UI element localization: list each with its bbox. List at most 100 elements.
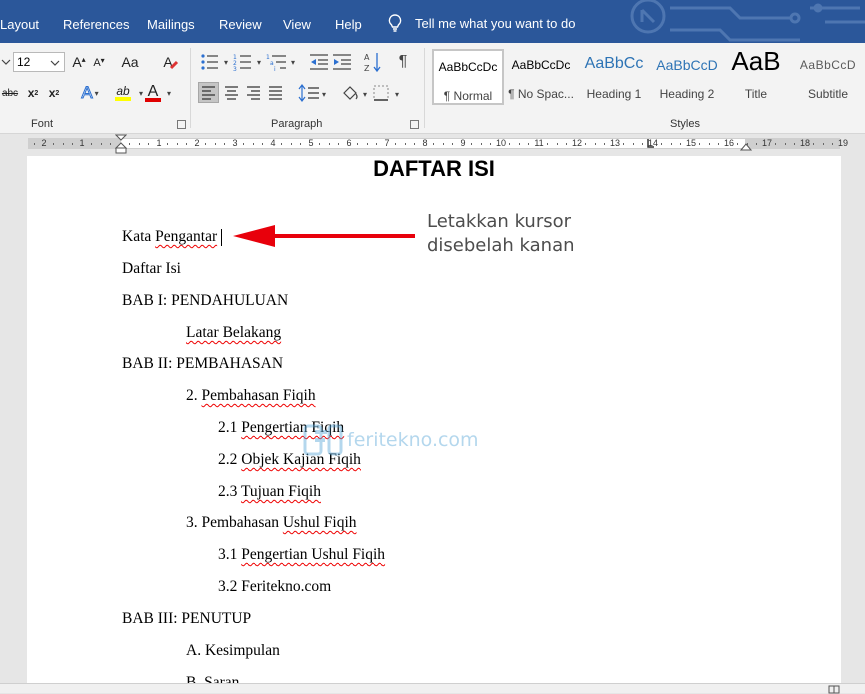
ruler-tick (281, 143, 282, 145)
text-effects-button[interactable]: A ▾ (76, 83, 104, 103)
ruler-number: 5 (308, 138, 314, 148)
multilevel-dropdown-icon[interactable]: ▾ (291, 58, 295, 67)
styles-gallery: AaBbCcDc ¶ Normal AaBbCcDc ¶ No Spac... … (430, 49, 865, 107)
ruler-tick (699, 143, 700, 145)
ruler-tick (366, 143, 368, 145)
align-center-icon[interactable] (222, 84, 241, 103)
style-title[interactable]: AaB Title (720, 49, 792, 105)
change-case-icon: Aa (121, 54, 139, 70)
align-right-icon[interactable] (244, 84, 263, 103)
toc-line[interactable]: 3.2 Feritekno.com (218, 578, 331, 596)
ruler-tick (404, 143, 406, 145)
ruler-number: 12 (571, 138, 582, 148)
style-heading-1[interactable]: AaBbCc Heading 1 (578, 49, 650, 105)
tell-me-text: Tell me what you want to do (415, 15, 576, 31)
toc-line[interactable]: Kata Pengantar (122, 228, 217, 246)
style-heading-2[interactable]: AaBbCcD Heading 2 (651, 49, 723, 105)
shading-dropdown-icon[interactable]: ▾ (363, 90, 367, 99)
font-name-dropdown[interactable] (0, 52, 12, 72)
toc-line[interactable]: BAB I: PENDAHULUAN (122, 292, 288, 310)
toc-line[interactable]: 2.3 Tujuan Fiqih (218, 483, 321, 501)
vertical-scrollbar[interactable] (849, 156, 865, 683)
ruler-tick (784, 143, 786, 145)
line-spacing-dropdown-icon[interactable]: ▾ (322, 90, 326, 99)
toc-prefix: 2.3 (218, 483, 241, 500)
toc-line[interactable]: 3.1 Pengertian Ushul Fiqih (218, 546, 385, 564)
grow-font-button[interactable]: A ▴ (70, 52, 88, 72)
font-color-swatch (145, 97, 161, 102)
change-case-button[interactable]: Aa (121, 52, 139, 72)
tab-help[interactable]: Help (335, 17, 362, 32)
toc-line[interactable]: A. Kesimpulan (186, 642, 280, 660)
document-page[interactable]: DAFTAR ISI Kata Pengantar Daftar Isi BAB… (27, 156, 841, 686)
tab-layout[interactable]: Layout (0, 17, 39, 32)
ruler-tick (100, 143, 102, 145)
tell-me-box[interactable]: Tell me what you want to do (388, 14, 575, 32)
toc-prefix: 2.2 (218, 451, 242, 468)
style-subtitle[interactable]: AaBbCcD Subtitle (792, 49, 864, 105)
justify-icon[interactable] (266, 84, 285, 103)
show-formatting-button[interactable]: ¶ (395, 52, 411, 72)
font-color-dropdown-icon[interactable]: ▾ (167, 89, 171, 98)
style-no-spacing[interactable]: AaBbCcDc ¶ No Spac... (505, 49, 577, 105)
toc-line[interactable]: BAB II: PEMBAHASAN (122, 355, 283, 373)
toc-prefix: Kata (122, 228, 156, 245)
ruler-tick (34, 143, 35, 145)
toc-line[interactable]: 2. Pembahasan Fiqih (186, 387, 316, 405)
svg-text:i: i (274, 66, 276, 71)
style-normal[interactable]: AaBbCcDc ¶ Normal (432, 49, 504, 105)
shrink-font-button[interactable]: A ▾ (91, 54, 107, 72)
toc-line[interactable]: Latar Belakang (186, 324, 281, 342)
tab-mailings[interactable]: Mailings (147, 17, 195, 32)
toc-line[interactable]: BAB III: PENUTUP (122, 610, 251, 628)
decrease-indent-icon[interactable] (309, 53, 329, 71)
horizontal-ruler[interactable]: 2 1 1 2 3 4 5 6 7 8 9 10 11 12 13 14 15 16 17 18 19 (0, 134, 865, 154)
right-indent-icon[interactable] (740, 140, 752, 152)
bullets-icon[interactable] (200, 53, 220, 71)
indent-marker-icon[interactable] (115, 134, 127, 155)
ruler-number: 6 (346, 138, 352, 148)
strikethrough-button[interactable]: abc (0, 83, 20, 103)
subscript-button[interactable]: x2 (24, 83, 42, 103)
watermark-text: feritekno.com (347, 429, 479, 451)
sort-icon[interactable]: A Z (364, 51, 382, 73)
align-left-button[interactable] (198, 82, 219, 103)
multilevel-list-icon[interactable]: 1ai (266, 53, 288, 71)
increase-indent-icon[interactable] (332, 53, 352, 71)
font-color-button[interactable]: A (142, 81, 164, 103)
watermark-logo-icon (303, 424, 343, 456)
tab-review[interactable]: Review (219, 17, 262, 32)
borders-dropdown-icon[interactable]: ▾ (395, 90, 399, 99)
line-spacing-icon[interactable] (298, 84, 320, 103)
font-size-combo[interactable]: 12 (13, 52, 65, 72)
toc-prefix: A. (186, 642, 205, 659)
ruler-tick (72, 143, 73, 145)
paragraph-dialog-launcher[interactable] (410, 120, 419, 129)
style-name: ¶ Normal (443, 89, 493, 103)
shading-icon[interactable] (340, 83, 360, 103)
ribbon-home: 12 A ▴ A ▾ Aa A abc x2 x2 A ▾ ab ▾ A ▾ Font (0, 43, 865, 134)
ruler-tick (528, 143, 529, 145)
ruler-tick (661, 143, 662, 145)
ruler-tick (433, 143, 434, 145)
ruler-tick (480, 143, 482, 145)
toc-line[interactable]: 3. Pembahasan Ushul Fiqih (186, 514, 357, 532)
toc-line[interactable]: Daftar Isi (122, 260, 181, 278)
highlight-color-button[interactable]: ab (108, 81, 138, 103)
ruler-tick (300, 143, 301, 145)
bullets-dropdown-icon[interactable]: ▾ (224, 58, 228, 67)
ruler-tick (708, 143, 710, 145)
superscript-button[interactable]: x2 (45, 83, 63, 103)
tab-view[interactable]: View (283, 17, 311, 32)
tab-references[interactable]: References (63, 17, 129, 32)
ruler-tick (632, 143, 634, 145)
numbering-dropdown-icon[interactable]: ▾ (257, 58, 261, 67)
ruler-number: 1 (156, 138, 162, 148)
ruler-tick (214, 143, 216, 145)
tab-stop-icon[interactable] (646, 138, 656, 150)
clear-formatting-button[interactable]: A (161, 52, 181, 72)
ruler-tick (642, 143, 643, 145)
font-dialog-launcher[interactable] (177, 120, 186, 129)
numbering-icon[interactable]: 123 (233, 53, 253, 71)
borders-icon[interactable] (372, 84, 390, 102)
